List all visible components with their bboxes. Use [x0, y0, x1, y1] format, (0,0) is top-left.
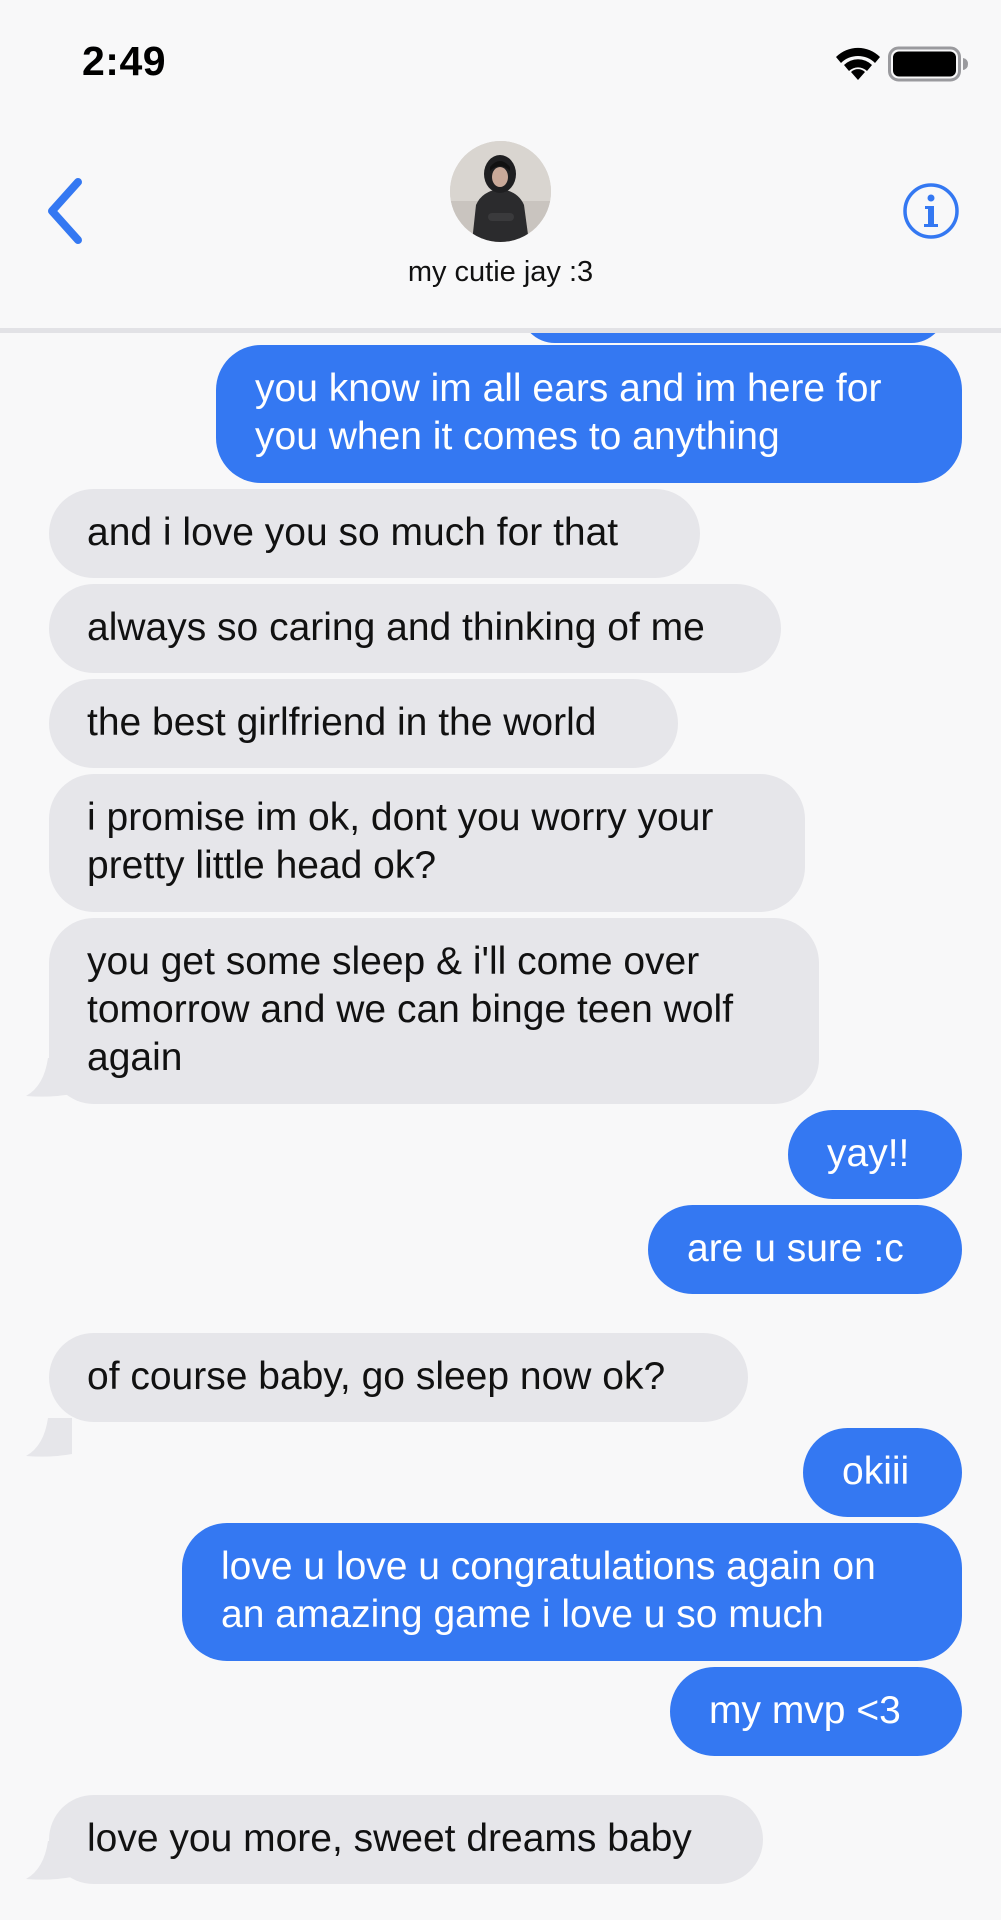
message-bubble-sent[interactable]: my mvp <3 — [670, 1667, 962, 1756]
message-bubble-received[interactable]: and i love you so much for that — [49, 489, 700, 578]
message-bubble-sent[interactable]: are u sure :c — [648, 1205, 962, 1294]
battery-icon — [888, 46, 968, 82]
message-thread[interactable]: you know im all ears and im here for you… — [0, 333, 1001, 1920]
conversation-header: my cutie jay :3 — [0, 120, 1001, 333]
message-bubble-sent[interactable]: you know im all ears and im here for you… — [216, 345, 962, 483]
status-bar: 2:49 — [0, 0, 1001, 120]
message-bubble-received[interactable]: i promise im ok, dont you worry your pre… — [49, 774, 805, 912]
info-icon[interactable] — [902, 182, 960, 240]
message-bubble-sent[interactable]: yay!! — [788, 1110, 962, 1199]
contact-name[interactable]: my cutie jay :3 — [0, 256, 1001, 289]
message-bubble-received[interactable]: of course baby, go sleep now ok? — [49, 1333, 748, 1422]
message-bubble-received[interactable]: love you more, sweet dreams baby — [49, 1795, 763, 1884]
message-bubble-received[interactable]: always so caring and thinking of me — [49, 584, 781, 673]
avatar[interactable] — [450, 141, 551, 242]
status-time: 2:49 — [82, 38, 167, 84]
wifi-icon — [836, 47, 880, 80]
message-bubble-sent[interactable]: okiii — [803, 1428, 962, 1517]
message-bubble-sent[interactable]: love u love u congratulations again on a… — [182, 1523, 962, 1661]
message-bubble-partial — [520, 333, 946, 343]
message-bubble-received[interactable]: the best girlfriend in the world — [49, 679, 678, 768]
chevron-left-icon[interactable] — [40, 176, 90, 246]
avatar-image — [450, 141, 551, 242]
message-bubble-received[interactable]: you get some sleep & i'll come over tomo… — [49, 918, 819, 1104]
bubble-tail — [26, 1418, 72, 1457]
